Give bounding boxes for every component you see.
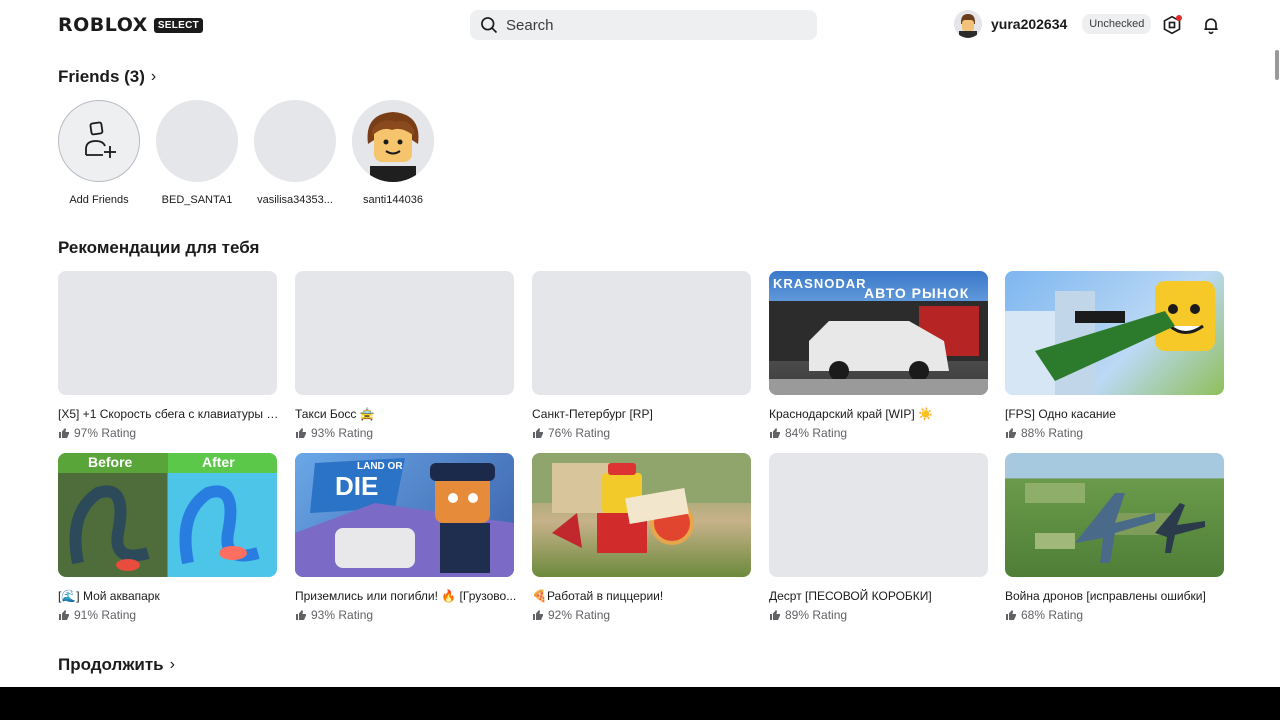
continue-header[interactable]: Продолжить › (58, 655, 175, 675)
thumbnail-text: After (202, 454, 235, 470)
friends-title: Friends (3) (58, 67, 145, 86)
user-avatar[interactable] (954, 10, 982, 38)
game-thumbnail[interactable] (532, 453, 751, 577)
game-title[interactable]: [FPS] Одно касание (1005, 407, 1227, 421)
game-card[interactable]: Война дронов [исправлены ошибки] 68% Rat… (1005, 453, 1224, 622)
game-title[interactable]: 🍕Работай в пиццерии! (532, 589, 754, 603)
roblox-logo[interactable]: ROBLOX SELECT (58, 14, 204, 36)
game-rating: 89% Rating (769, 608, 988, 622)
friends-header[interactable]: Friends (3) › (58, 67, 156, 87)
thumbnail-text: АВТО РЫНОК (864, 285, 970, 301)
thumbs-up-icon (533, 610, 543, 620)
game-rating: 88% Rating (1005, 426, 1224, 440)
game-thumbnail[interactable]: Before After (58, 453, 277, 577)
game-thumbnail[interactable] (1005, 271, 1224, 395)
game-title[interactable]: Война дронов [исправлены ошибки] (1005, 589, 1227, 603)
game-thumbnail[interactable]: KRASNODAR АВТО РЫНОК (769, 271, 988, 395)
game-title[interactable]: Такси Босс 🚖 (295, 407, 517, 421)
scrollbar-thumb[interactable] (1275, 50, 1279, 80)
friend-name[interactable]: santi144036 (348, 194, 438, 206)
search-icon (481, 17, 498, 34)
user-menu[interactable]: yura202634 Unchecked (954, 10, 1152, 38)
game-title[interactable]: Десрт [ПЕСОВОЙ КОРОБКИ] (769, 589, 991, 603)
friend-item[interactable]: vasilisa34353... (254, 100, 336, 206)
friend-item[interactable]: BED_SANTA1 (156, 100, 238, 206)
game-rating: 84% Rating (769, 426, 988, 440)
bell-icon[interactable] (1199, 13, 1223, 37)
game-rating: 76% Rating (532, 426, 751, 440)
notification-dot (1176, 15, 1182, 21)
game-rating: 91% Rating (58, 608, 277, 622)
game-thumbnail[interactable] (532, 271, 751, 395)
bottom-black-bar (0, 687, 1280, 720)
game-rating: 92% Rating (532, 608, 751, 622)
thumbs-up-icon (1006, 428, 1016, 438)
top-bar: ROBLOX SELECT yura202634 Unchecked (0, 0, 1280, 50)
game-thumbnail[interactable] (295, 271, 514, 395)
thumbs-up-icon (770, 610, 780, 620)
search-bar[interactable] (470, 10, 817, 40)
game-rating: 93% Rating (295, 426, 514, 440)
game-rating: 93% Rating (295, 608, 514, 622)
game-card[interactable]: Десрт [ПЕСОВОЙ КОРОБКИ] 89% Rating (769, 453, 988, 622)
game-card[interactable]: [FPS] Одно касание 88% Rating (1005, 271, 1224, 440)
recommendations-title: Рекомендации для тебя (58, 238, 260, 257)
game-card[interactable]: Санкт-Петербург [RP] 76% Rating (532, 271, 751, 440)
game-title[interactable]: Приземлись или погибли! 🔥 [Грузово... (295, 589, 517, 603)
friend-name[interactable]: vasilisa34353... (250, 194, 340, 206)
friend-avatar[interactable] (156, 100, 238, 182)
game-card[interactable]: Такси Босс 🚖 93% Rating (295, 271, 514, 440)
game-title[interactable]: [🌊] Мой аквапарк (58, 589, 280, 603)
game-card[interactable]: [X5] +1 Скорость сбега с клавиатуры | ..… (58, 271, 280, 440)
chevron-right-icon: › (150, 68, 157, 85)
thumbs-up-icon (59, 428, 69, 438)
search-input[interactable] (506, 16, 796, 34)
chevron-right-icon: › (169, 656, 175, 673)
game-rating: 97% Rating (58, 426, 277, 440)
game-thumbnail[interactable]: LAND OR DIE (295, 453, 514, 577)
game-thumbnail[interactable] (769, 453, 988, 577)
game-card[interactable]: Before After [🌊] Мой аквапарк 91% Rating (58, 453, 277, 622)
logo-text: ROBLOX (58, 14, 148, 36)
add-friends-button[interactable]: Add Friends (58, 100, 140, 206)
status-badge[interactable]: Unchecked (1082, 14, 1152, 34)
recommendations-header: Рекомендации для тебя (58, 238, 259, 258)
thumbs-up-icon (296, 610, 306, 620)
game-title[interactable]: Санкт-Петербург [RP] (532, 407, 754, 421)
game-card[interactable]: KRASNODAR АВТО РЫНОК Краснодарский край … (769, 271, 988, 440)
friend-item[interactable]: santi144036 (352, 100, 434, 206)
friend-name[interactable]: BED_SANTA1 (152, 194, 242, 206)
thumbs-up-icon (296, 428, 306, 438)
thumbs-up-icon (59, 610, 69, 620)
logo-badge: SELECT (153, 17, 204, 33)
game-thumbnail[interactable] (1005, 453, 1224, 577)
friend-avatar[interactable] (254, 100, 336, 182)
username[interactable]: yura202634 (991, 16, 1067, 32)
friend-avatar[interactable] (352, 100, 434, 182)
add-friend-icon (85, 121, 116, 158)
robux-icon[interactable] (1160, 13, 1184, 37)
game-thumbnail[interactable] (58, 271, 277, 395)
thumbs-up-icon (1006, 610, 1016, 620)
thumbnail-text: Before (88, 454, 133, 470)
game-title[interactable]: Краснодарский край [WIP] ☀️ (769, 407, 991, 421)
thumbs-up-icon (533, 428, 543, 438)
thumbnail-text: DIE (335, 471, 379, 501)
game-title[interactable]: [X5] +1 Скорость сбега с клавиатуры | ..… (58, 407, 280, 421)
game-card[interactable]: 🍕Работай в пиццерии! 92% Rating (532, 453, 751, 622)
thumbnail-text: KRASNODAR (773, 276, 867, 291)
thumbs-up-icon (770, 428, 780, 438)
game-rating: 68% Rating (1005, 608, 1224, 622)
friend-name: Add Friends (69, 194, 129, 206)
continue-title: Продолжить (58, 655, 164, 674)
game-card[interactable]: LAND OR DIE Приземлись или погибли! 🔥 [Г… (295, 453, 517, 622)
